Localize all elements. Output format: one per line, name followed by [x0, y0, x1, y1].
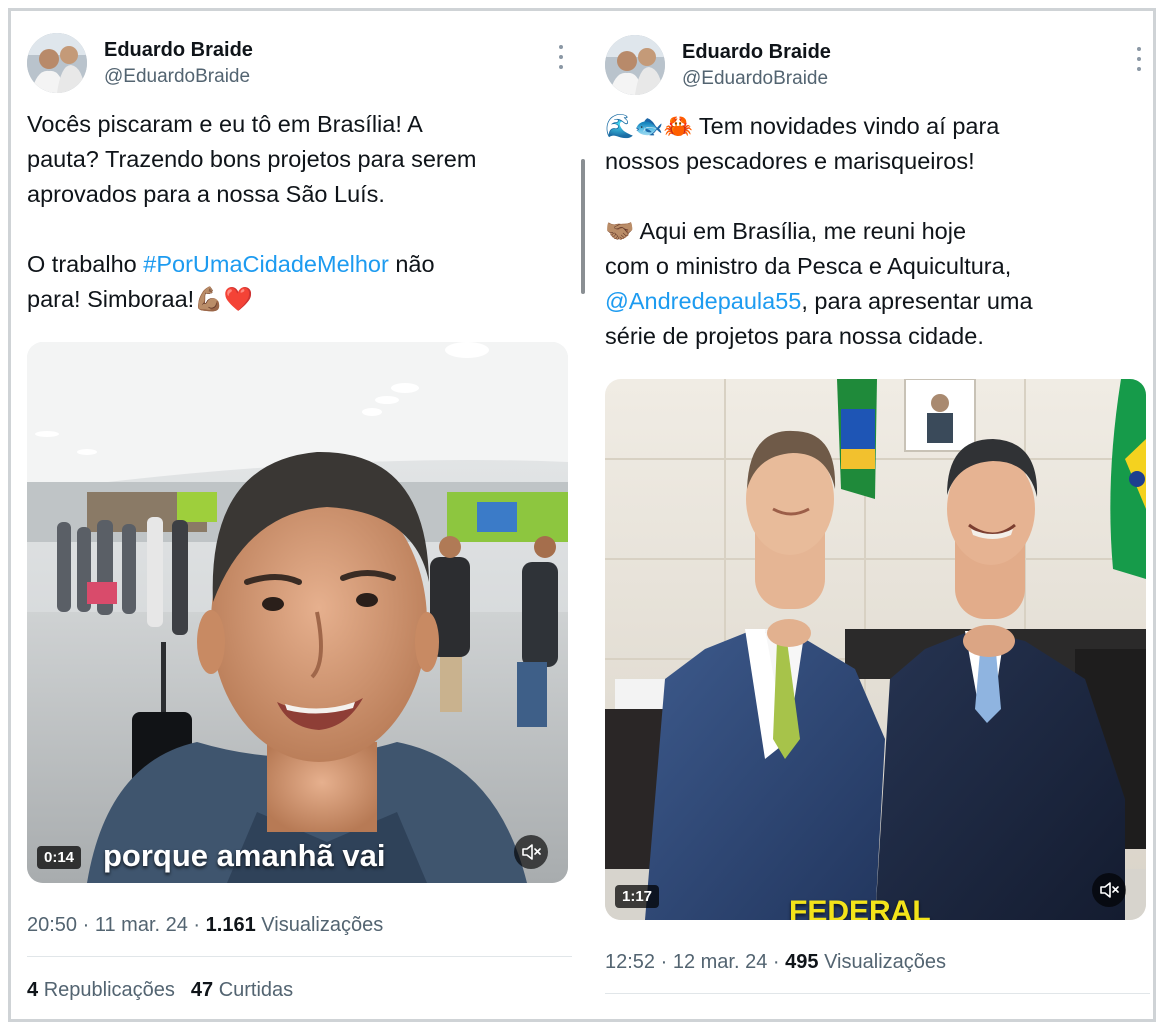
- tweet-text-line: com o ministro da Pesca e Aquicultura,: [605, 253, 1012, 279]
- tweet-text-line: pauta? Trazendo bons projetos para serem: [27, 146, 477, 172]
- hashtag-link[interactable]: #PorUmaCidadeMelhor: [143, 251, 389, 277]
- likes-count: 47: [190, 979, 214, 1001]
- speaker-muted-icon[interactable]: [514, 835, 548, 869]
- tweet-header: Eduardo Braide @EduardoBraide: [27, 33, 572, 93]
- mention-link[interactable]: @Andredepaula55: [605, 288, 801, 314]
- avatar[interactable]: [27, 33, 87, 93]
- author-handle[interactable]: @EduardoBraide: [682, 68, 828, 90]
- likes-link[interactable]: 47 Curtidas: [191, 979, 293, 1001]
- views-count: 495: [785, 951, 819, 973]
- video-caption: FEDERAL: [789, 895, 931, 920]
- author-name[interactable]: Eduardo Braide: [104, 39, 253, 62]
- views-label: Visualizações: [261, 914, 384, 936]
- speaker-muted-icon[interactable]: [1092, 873, 1126, 907]
- tweet-right: Eduardo Braide @EduardoBraide 🌊🐟🦀 Tem no…: [605, 11, 1150, 1019]
- video-player[interactable]: 0:14 porque amanhã vai: [27, 342, 568, 883]
- views-label: Visualizações: [824, 951, 947, 973]
- video-duration-badge: 0:14: [37, 846, 82, 869]
- tweet-time[interactable]: 20:50: [27, 914, 77, 936]
- tweet-text-fragment: O trabalho: [27, 251, 144, 277]
- author-handle[interactable]: @EduardoBraide: [104, 66, 250, 88]
- engagement-stats: 4 Republicações 47 Curtidas: [27, 979, 293, 1002]
- tweet-text-line: @Andredepaula55, para apresentar uma: [605, 284, 1150, 319]
- meta-separator: ·: [655, 951, 673, 973]
- author-name[interactable]: Eduardo Braide: [682, 41, 831, 64]
- tweet-time[interactable]: 12:52: [605, 951, 655, 973]
- more-options-icon[interactable]: [556, 45, 566, 69]
- scrollbar-thumb[interactable]: [581, 159, 585, 294]
- tweet-left: Eduardo Braide @EduardoBraide Vocês pisc…: [27, 11, 572, 1019]
- divider: [27, 956, 572, 957]
- tweet-text-line: O trabalho #PorUmaCidadeMelhor não: [27, 247, 572, 282]
- avatar[interactable]: [605, 35, 665, 95]
- tweet-text-line: aprovados para a nossa São Luís.: [27, 181, 385, 207]
- tweet-text-line: 🌊🐟🦀 Tem novidades vindo aí para: [605, 113, 1000, 139]
- tweet-text-fragment: , para apresentar uma: [801, 288, 1033, 314]
- tweet-text-blank: [27, 212, 572, 247]
- reposts-label: Republicações: [43, 979, 175, 1001]
- tweet-header: Eduardo Braide @EduardoBraide: [605, 35, 1150, 95]
- tweet-date[interactable]: 11 mar. 24: [95, 914, 188, 936]
- tweet-text-fragment: não: [388, 251, 435, 277]
- tweet-text: 🌊🐟🦀 Tem novidades vindo aí para nossos p…: [605, 109, 1150, 354]
- video-duration-badge: 1:17: [615, 885, 660, 908]
- tweet-text-line: para! Simboraa!💪🏽❤️: [27, 286, 253, 312]
- reposts-count: 4: [27, 979, 39, 1001]
- screenshot-frame: Eduardo Braide @EduardoBraide Vocês pisc…: [8, 8, 1156, 1022]
- tweet-text-line: 🤝🏽 Aqui em Brasília, me reuni hoje: [605, 218, 967, 244]
- tweet-text-line: nossos pescadores e marisqueiros!: [605, 148, 975, 174]
- likes-label: Curtidas: [218, 979, 294, 1001]
- reposts-link[interactable]: 4 Republicações: [27, 979, 175, 1001]
- video-caption: porque amanhã vai: [103, 838, 386, 873]
- divider: [605, 993, 1150, 994]
- meta-separator: ·: [77, 914, 95, 936]
- tweet-text-blank: [605, 179, 1150, 214]
- video-thumbnail: [605, 379, 1146, 920]
- meta-separator: ·: [767, 951, 786, 973]
- video-thumbnail: [27, 342, 568, 883]
- tweet-meta: 12:52 · 12 mar. 24 · 495 Visualizações: [605, 951, 946, 974]
- tweet-text: Vocês piscaram e eu tô em Brasília! A pa…: [27, 107, 572, 317]
- views-count: 1.161: [205, 914, 256, 936]
- meta-separator: ·: [187, 914, 206, 936]
- video-player[interactable]: FEDERAL 1:17: [605, 379, 1146, 920]
- tweet-date[interactable]: 12 mar. 24: [673, 951, 768, 973]
- tweet-text-line: série de projetos para nossa cidade.: [605, 323, 984, 349]
- more-options-icon[interactable]: [1134, 47, 1144, 71]
- tweet-text-line: Vocês piscaram e eu tô em Brasília! A: [27, 111, 423, 137]
- tweet-meta: 20:50 · 11 mar. 24 · 1.161 Visualizações: [27, 914, 383, 937]
